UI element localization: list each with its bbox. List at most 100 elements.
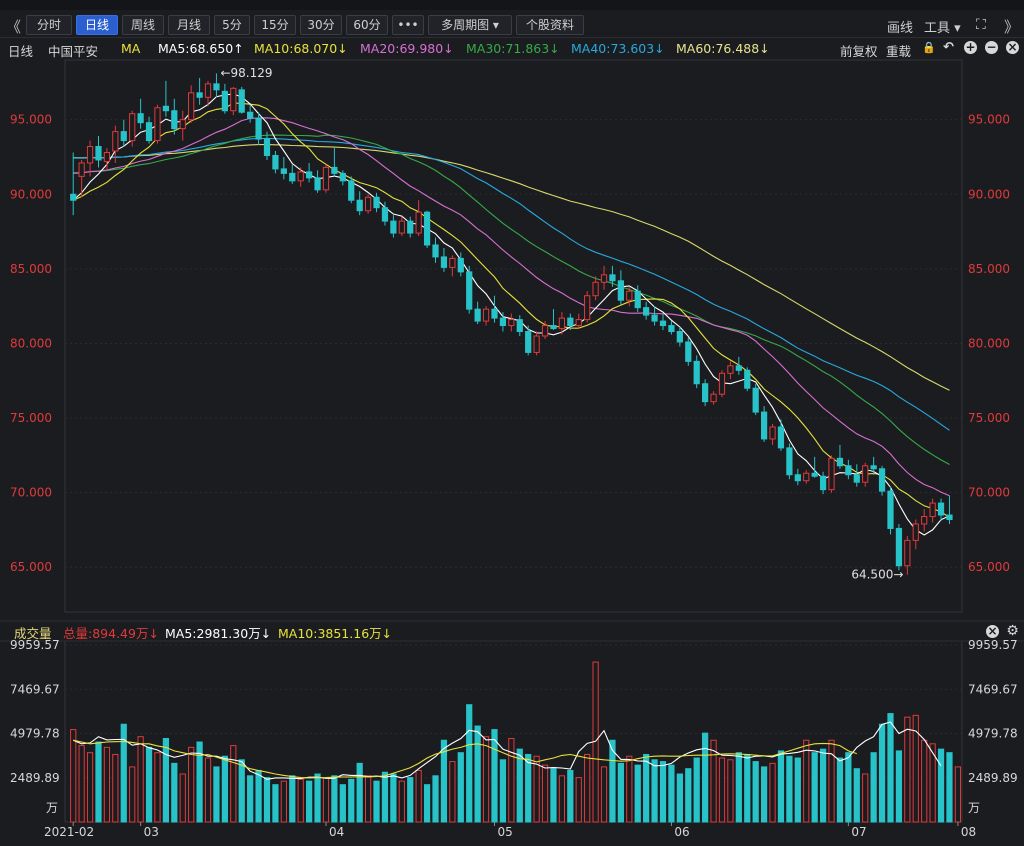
draw-line-button[interactable]: 画线 [887, 17, 913, 36]
candle-body [575, 319, 582, 327]
tab-8[interactable]: ••• [392, 15, 424, 35]
indicator-label[interactable]: MA [121, 41, 140, 56]
tab-6[interactable]: 30分 [300, 15, 342, 35]
candle [154, 104, 161, 144]
candle-body [541, 325, 549, 337]
adjust-mode[interactable]: 前复权 [840, 41, 878, 60]
close-icon[interactable]: × [1006, 41, 1019, 54]
volume-bar [533, 755, 540, 823]
tab-9[interactable]: 多周期图 ▾ [428, 15, 512, 35]
close-icon[interactable]: × [986, 625, 999, 638]
candle [457, 252, 464, 277]
undo-icon[interactable]: ↶ [942, 41, 955, 54]
volume-bar [870, 752, 877, 823]
candle-body [710, 393, 717, 403]
candle-body [112, 131, 119, 152]
volume-bar [221, 755, 228, 823]
volume-tick-left: 7469.67 [10, 682, 60, 696]
candle [263, 131, 271, 160]
volume-bar [626, 755, 633, 823]
volume-bar [247, 775, 254, 823]
candle-body [895, 527, 903, 567]
candle-body [213, 83, 220, 91]
tab-4[interactable]: 5分 [214, 15, 250, 35]
volume-bar [466, 704, 473, 823]
stock-name: 中国平安 [48, 44, 99, 59]
x-tick-label: 03 [144, 825, 159, 839]
volume-bar [415, 769, 422, 823]
candle [398, 216, 405, 237]
volume-bar [946, 752, 953, 823]
lock-icon[interactable]: 🔒 [922, 41, 936, 54]
candle-body [811, 472, 818, 477]
tab-10[interactable]: 个股资料 [516, 15, 584, 35]
candle-body [904, 539, 911, 567]
gear-icon[interactable]: ⚙ [1006, 624, 1019, 638]
volume-bar [95, 741, 102, 823]
price-chart[interactable]: 95.000 95.000 90.000 90.000 85.000 85.000 80.0… [0, 0, 1024, 846]
price-tick-left: 65.000 [10, 560, 52, 574]
volume-bar [272, 784, 279, 823]
candle [204, 80, 212, 107]
candle-body [946, 514, 953, 521]
volume-bar [718, 757, 726, 823]
candle [567, 313, 574, 331]
candle-body [348, 180, 355, 201]
candle-body [255, 117, 262, 140]
candle [516, 315, 523, 336]
collapse-right-icon[interactable]: 》 [1004, 16, 1019, 37]
volume-bar [407, 777, 414, 823]
volume-bar [322, 777, 330, 823]
volume-bar [306, 780, 313, 823]
candle [415, 200, 422, 237]
candle [533, 331, 540, 356]
candle [558, 312, 566, 335]
candle-body [887, 490, 894, 529]
volume-ma5: MA5:2981.30万↓ [165, 626, 272, 641]
ma10-line [72, 102, 950, 518]
candle-body [878, 468, 886, 492]
candle [584, 291, 591, 323]
volume-bar [845, 752, 852, 823]
candle [314, 170, 321, 193]
candle-body [845, 465, 852, 476]
tools-menu-button[interactable]: 工具 ▾ [924, 17, 961, 36]
candle [238, 86, 245, 114]
candle-body [171, 110, 178, 130]
overlay-button[interactable]: 重载 [886, 41, 911, 60]
tab-0[interactable]: 分时 [26, 15, 72, 35]
expand-icon[interactable]: ⛶ [976, 17, 986, 33]
tab-7[interactable]: 60分 [346, 15, 388, 35]
zoom-out-icon[interactable]: − [985, 41, 998, 54]
candle-body [390, 220, 397, 234]
volume-bar [878, 723, 886, 823]
candle-body [567, 317, 574, 327]
collapse-left-icon[interactable]: 《 [6, 16, 21, 37]
volume-bar [794, 757, 801, 823]
candle-body [70, 193, 77, 201]
volume-bar [912, 714, 919, 823]
volume-bar [895, 750, 903, 823]
tab-1[interactable]: 日线 [76, 15, 118, 35]
candle-body [727, 365, 734, 374]
candle [541, 321, 549, 339]
candle-body [693, 360, 700, 385]
ma20-line [73, 117, 950, 497]
candle-body [272, 154, 279, 170]
candle-body [912, 523, 919, 541]
volume-bar [685, 768, 692, 823]
candle-body [929, 502, 936, 518]
x-tick-label: 2021-02 [44, 825, 94, 839]
zoom-in-icon[interactable]: + [964, 41, 977, 54]
candle [592, 276, 599, 301]
tab-5[interactable]: 15分 [254, 15, 296, 35]
volume-bar [398, 780, 405, 823]
candle-body [836, 457, 844, 467]
tab-2[interactable]: 周线 [122, 15, 164, 35]
candle [482, 306, 490, 326]
candle-body [331, 166, 338, 174]
candle [819, 471, 827, 495]
volume-bar [710, 739, 717, 823]
tab-3[interactable]: 月线 [168, 15, 210, 35]
candle [786, 443, 793, 480]
